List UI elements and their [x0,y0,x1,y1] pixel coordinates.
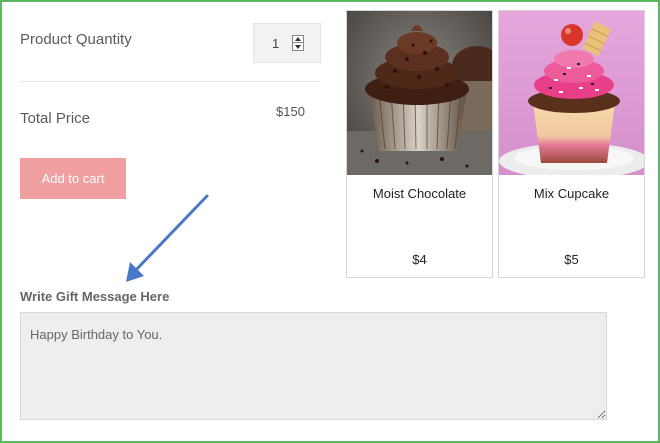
spinner-down-icon[interactable] [293,43,303,50]
product-quantity-label: Product Quantity [20,31,132,48]
divider [20,81,320,82]
quantity-value: 1 [272,36,280,51]
quantity-spinner[interactable] [292,35,304,51]
gift-message-textarea[interactable]: Happy Birthday to You. [20,312,607,420]
chocolate-cupcake-image[interactable] [347,11,492,175]
card-price: $4 [412,252,427,267]
mix-cupcake-image[interactable] [499,11,644,175]
card-name[interactable]: Mix Cupcake [499,186,644,201]
card-name[interactable]: Moist Chocolate [347,186,492,201]
total-price-label: Total Price [20,110,91,127]
quantity-stepper[interactable]: 1 [253,23,321,63]
spinner-up-icon[interactable] [293,36,303,43]
card-price: $5 [564,252,579,267]
product-card-moist-chocolate[interactable]: Moist Chocolate $4 [346,10,493,278]
add-to-cart-button[interactable]: Add to cart [20,158,126,199]
product-card-mix-cupcake[interactable]: Mix Cupcake $5 [498,10,645,278]
total-price-value: $150 [276,104,305,119]
gift-message-label: Write Gift Message Here [20,289,170,304]
